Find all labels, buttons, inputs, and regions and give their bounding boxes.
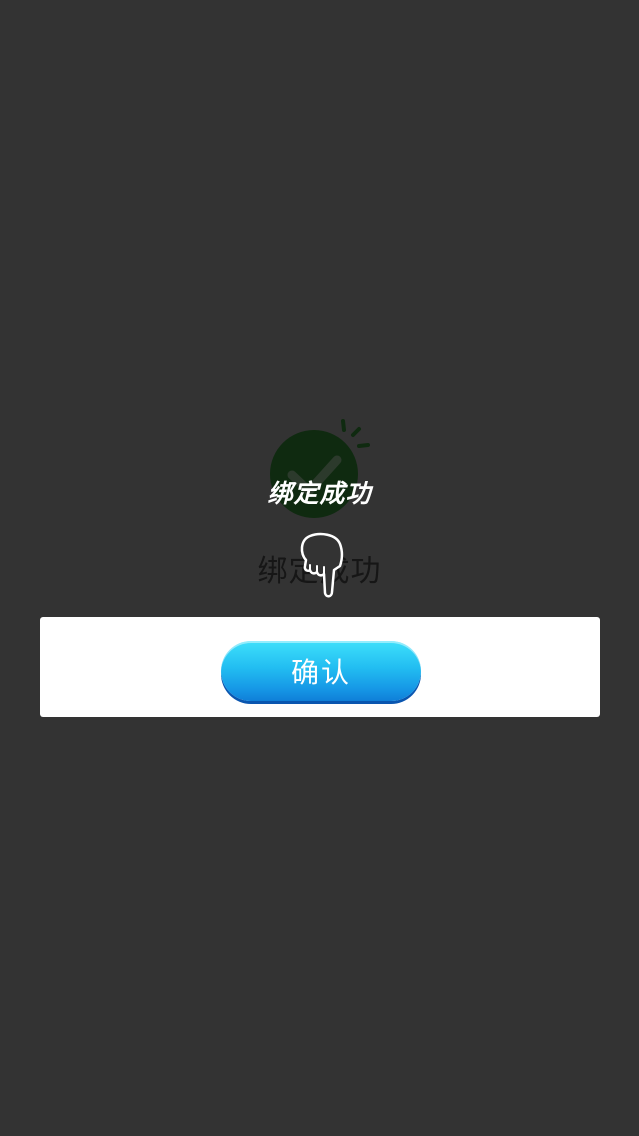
confirm-card: 确认 [40, 617, 600, 717]
guide-caption: 绑定成功 [267, 479, 372, 508]
confirm-button[interactable]: 确认 [221, 641, 421, 701]
screen: 绑定成功 确认 绑定成功 [0, 0, 639, 1136]
pointing-hand-icon [300, 532, 344, 598]
